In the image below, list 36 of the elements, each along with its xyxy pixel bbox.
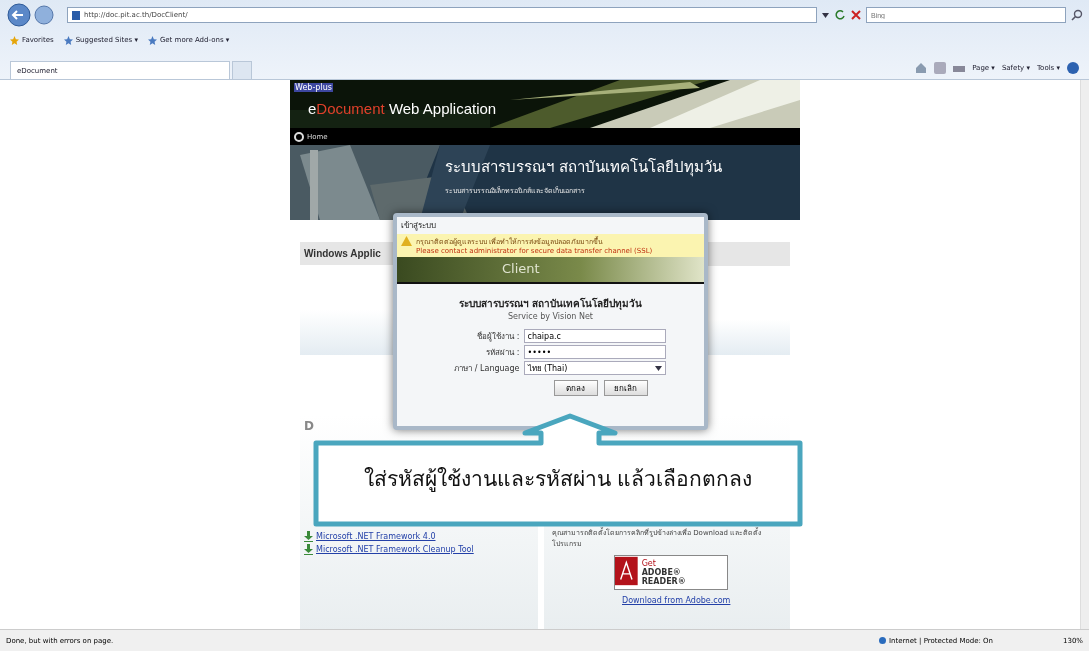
ok-button[interactable]: ตกลง (553, 380, 598, 396)
home-icon[interactable] (915, 62, 928, 74)
dropdown-icon[interactable] (822, 12, 829, 18)
panel-heading: D (304, 419, 315, 433)
dialog-heading: ระบบสารบรรณฯ สถาบันเทคโนโลยีปทุมวัน (458, 297, 643, 311)
close-icon[interactable] (851, 10, 861, 20)
field-label: ภาษา / Language (453, 362, 520, 375)
scrollbar[interactable] (1080, 80, 1089, 629)
username-field[interactable]: chaipa.c (523, 329, 666, 343)
adobe-icon (615, 556, 638, 586)
search-icon[interactable] (1071, 9, 1083, 21)
adobe-reader-badge[interactable]: Get ADOBE® READER® (614, 555, 728, 590)
dialog-title: เข้าสู่ระบบ (400, 220, 437, 233)
download-icon (304, 531, 313, 542)
language-select[interactable]: ไทย (Thai) (523, 361, 666, 375)
caret-icon (654, 365, 662, 371)
field-label: รหัสผ่าน : (485, 346, 520, 359)
warning-icon (401, 236, 412, 246)
password-field[interactable]: ••••• (523, 345, 666, 359)
logo: Web-plus (294, 83, 333, 92)
service-text: Service by Vision Net (508, 312, 593, 321)
download-link[interactable]: Microsoft .NET Framework Cleanup Tool (316, 545, 474, 554)
hero-title: ระบบสารบรรณฯ สถาบันเทคโนโลยีปทุมวัน (445, 157, 722, 179)
field-label: ชื่อผู้ใช้งาน : (476, 330, 520, 343)
star-icon (147, 35, 157, 45)
cancel-button[interactable]: ยกเลิก (603, 380, 648, 396)
star-icon (63, 35, 73, 45)
callout-text: ใส่รหัสผู้ใช้งานและรหัสผ่าน แล้วเลือกตกลง (362, 466, 754, 494)
help-icon[interactable] (1067, 62, 1079, 74)
download-link[interactable]: Microsoft .NET Framework 4.0 (316, 532, 436, 541)
app-title: eDocument Web Application (308, 100, 497, 117)
page-icon (72, 10, 80, 20)
download-icon (304, 544, 313, 555)
star-icon (10, 35, 19, 45)
adobe-download-link[interactable]: Download from Adobe.com (622, 596, 731, 605)
refresh-icon[interactable] (834, 9, 846, 21)
